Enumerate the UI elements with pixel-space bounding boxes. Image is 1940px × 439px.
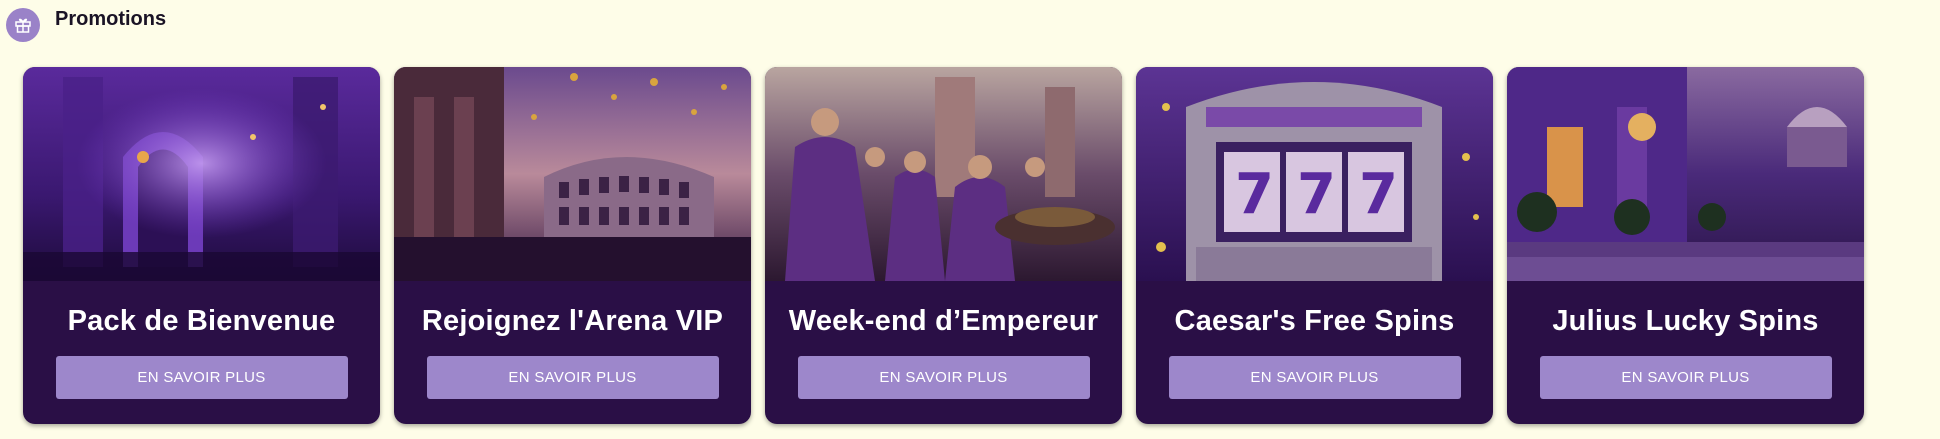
promotion-title: Caesar's Free Spins (1174, 305, 1455, 337)
learn-more-button[interactable]: EN SAVOIR PLUS (1539, 356, 1832, 399)
learn-more-button[interactable]: EN SAVOIR PLUS (1168, 356, 1461, 399)
promotion-image-colosseum (394, 67, 751, 281)
learn-more-button[interactable]: EN SAVOIR PLUS (426, 356, 719, 399)
promotion-card: 7 7 7 Caesar's Free Spins EN SAVOIR PLUS (1136, 67, 1493, 424)
gift-icon (6, 8, 40, 42)
promotion-card: Rejoignez l'Arena VIP EN SAVOIR PLUS (394, 67, 751, 424)
promotion-title: Week-end d’Empereur (788, 305, 1099, 337)
promotion-image-street (1507, 67, 1864, 281)
promotion-image-palace (23, 67, 380, 281)
promotions-list: Pack de Bienvenue EN SAVOIR PLUS Rejoign… (23, 67, 1864, 424)
promotion-image-feast (765, 67, 1122, 281)
page-title: Promotions (55, 8, 167, 30)
svg-text:7: 7 (1359, 162, 1398, 227)
promotion-title: Pack de Bienvenue (67, 305, 336, 337)
promotion-title: Rejoignez l'Arena VIP (421, 305, 724, 337)
learn-more-button[interactable]: EN SAVOIR PLUS (797, 356, 1090, 399)
learn-more-button[interactable]: EN SAVOIR PLUS (55, 356, 348, 399)
promotion-card: Week-end d’Empereur EN SAVOIR PLUS (765, 67, 1122, 424)
svg-text:7: 7 (1235, 162, 1274, 227)
promotion-image-slot-machine: 7 7 7 (1136, 67, 1493, 281)
promotion-card: Julius Lucky Spins EN SAVOIR PLUS (1507, 67, 1864, 424)
promotions-header: Promotions (6, 8, 166, 44)
svg-text:7: 7 (1297, 162, 1336, 227)
promotion-card: Pack de Bienvenue EN SAVOIR PLUS (23, 67, 380, 424)
promotion-title: Julius Lucky Spins (1552, 305, 1819, 337)
